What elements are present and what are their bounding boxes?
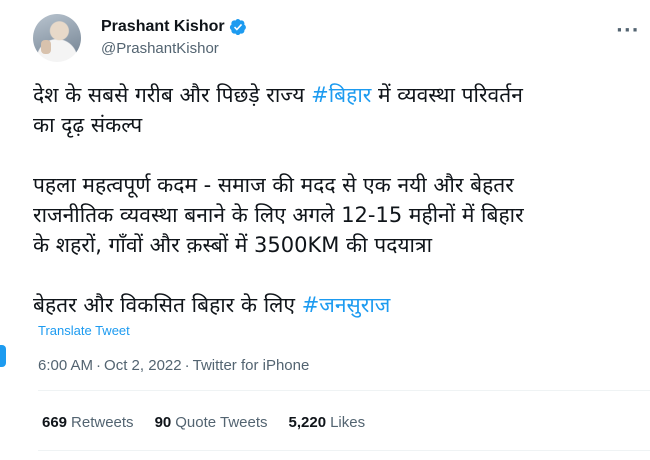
tweet-date[interactable]: Oct 2, 2022 <box>104 357 182 374</box>
likes-stat[interactable]: 5,220 Likes <box>289 414 366 431</box>
quote-tweets-stat[interactable]: 90 Quote Tweets <box>155 414 268 431</box>
retweets-stat[interactable]: 669 Retweets <box>42 414 134 431</box>
tweet-line: के शहरों, गाँवों और क़स्बों में 3500KM क… <box>33 233 433 257</box>
tweet-line: राजनीतिक व्यवस्था बनाने के लिए अगले 12-1… <box>33 203 524 227</box>
author-name-row: Prashant Kishor <box>101 18 247 36</box>
translate-tweet-link[interactable]: Translate Tweet <box>38 323 130 338</box>
tweet-line: का दृढ़ संकल्प <box>33 113 143 137</box>
side-indicator <box>0 345 6 367</box>
tweet-time[interactable]: 6:00 AM <box>38 357 93 374</box>
hashtag-link[interactable]: #बिहार <box>311 83 371 107</box>
tweet-stats: 669 Retweets 90 Quote Tweets 5,220 Likes <box>42 414 386 431</box>
more-options-icon[interactable]: ··· <box>616 20 640 41</box>
hashtag-link[interactable]: #जनसुराज <box>302 293 391 317</box>
verified-badge-icon <box>229 18 246 36</box>
meta-separator: · <box>184 357 190 374</box>
author-handle[interactable]: @PrashantKishor <box>101 40 219 57</box>
tweet-line: पहला महत्वपूर्ण कदम - समाज की मदद से एक … <box>33 173 514 197</box>
tweet-line: बेहतर और विकसित बिहार के लिए #जनसुराज <box>33 293 391 317</box>
divider <box>38 450 650 451</box>
tweet-source[interactable]: Twitter for iPhone <box>193 357 310 374</box>
avatar[interactable] <box>33 14 81 62</box>
divider <box>38 390 650 391</box>
tweet-meta: 6:00 AM · Oct 2, 2022 · Twitter for iPhone <box>38 357 309 374</box>
tweet-text: देश के सबसे गरीब और पिछड़े राज्य #बिहार … <box>33 80 633 320</box>
tweet-line: देश के सबसे गरीब और पिछड़े राज्य #बिहार … <box>33 83 523 107</box>
author-display-name[interactable]: Prashant Kishor <box>101 18 225 36</box>
tweet-card: Prashant Kishor @PrashantKishor ··· देश … <box>0 0 650 460</box>
meta-separator: · <box>96 357 102 374</box>
